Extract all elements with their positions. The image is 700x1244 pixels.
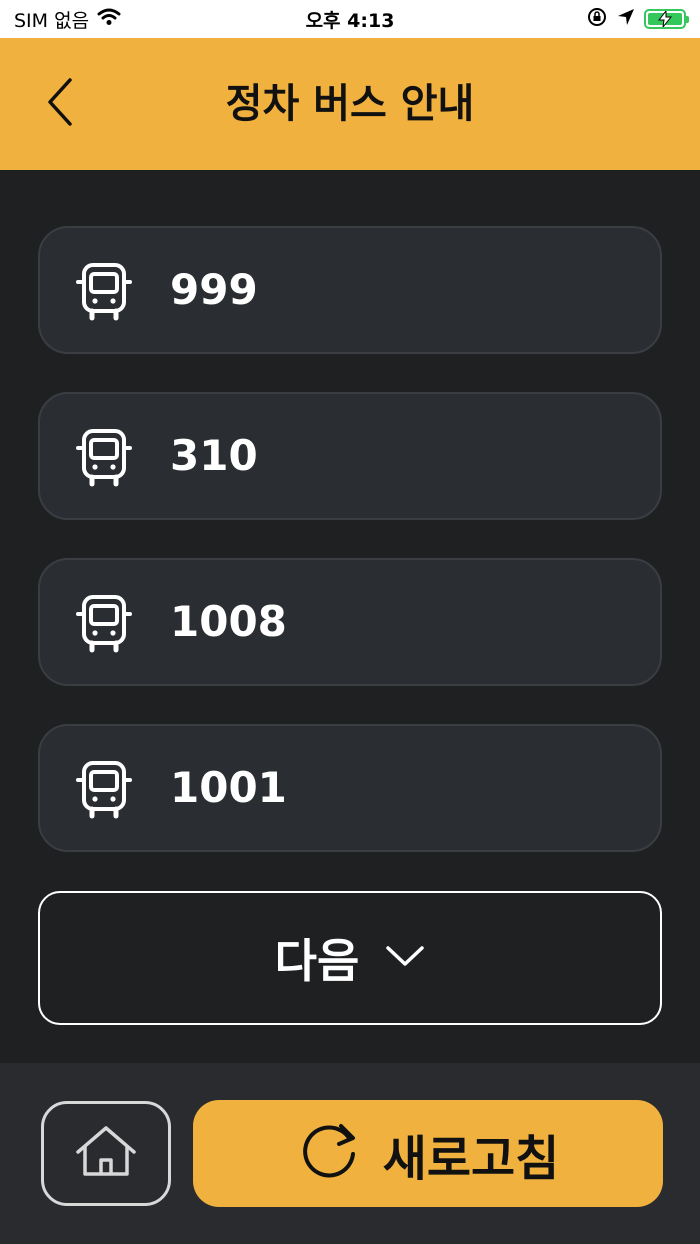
- home-icon: [73, 1124, 139, 1184]
- bus-list-item[interactable]: 310: [38, 392, 662, 520]
- next-button[interactable]: 다음: [38, 891, 662, 1025]
- bus-number: 310: [170, 431, 258, 480]
- refresh-button[interactable]: 새로고침: [193, 1100, 663, 1207]
- bus-number: 1008: [170, 597, 287, 646]
- bus-icon: [74, 594, 134, 654]
- home-button[interactable]: [41, 1101, 171, 1206]
- bus-icon: [74, 428, 134, 488]
- bottom-bar: 새로고침: [0, 1063, 700, 1244]
- page-title: 정차 버스 안내: [225, 81, 475, 127]
- status-left: SIM 없음: [14, 6, 121, 33]
- bus-list-item[interactable]: 1008: [38, 558, 662, 686]
- chevron-down-icon: [385, 944, 425, 972]
- battery-icon: [644, 9, 689, 29]
- orientation-lock-icon: [586, 6, 608, 33]
- header: 정차 버스 안내: [0, 38, 700, 170]
- carrier-label: SIM 없음: [14, 9, 90, 32]
- wifi-icon: [97, 8, 121, 31]
- status-right: [586, 6, 689, 33]
- status-bar: SIM 없음 오후 4:13: [0, 0, 700, 38]
- refresh-icon: [297, 1120, 361, 1188]
- bus-number: 999: [170, 265, 258, 314]
- bus-icon: [74, 760, 134, 820]
- bus-number: 1001: [170, 763, 287, 812]
- location-arrow-icon: [616, 7, 636, 32]
- bus-icon: [74, 262, 134, 322]
- bus-list-item[interactable]: 1001: [38, 724, 662, 852]
- bus-list-item[interactable]: 999: [38, 226, 662, 354]
- refresh-button-label: 새로고침: [382, 1130, 560, 1187]
- next-button-label: 다음: [274, 934, 360, 988]
